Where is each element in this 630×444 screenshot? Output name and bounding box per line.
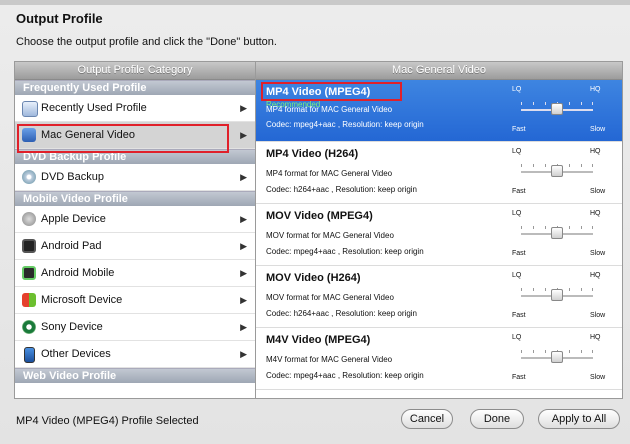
category-header: Output Profile Category: [15, 62, 255, 80]
slow-label: Slow: [590, 126, 606, 133]
profile-name: MP4 Video (H264): [266, 148, 359, 160]
chevron-right-icon: ▶: [240, 322, 247, 332]
dialog-subtitle: Choose the output profile and click the …: [16, 36, 277, 48]
dvd-icon: [22, 170, 36, 184]
section-mobile-video: Mobile Video Profile: [15, 191, 255, 206]
slow-label: Slow: [590, 250, 606, 257]
profile-codec: Codec: h264+aac , Resolution: keep origi…: [266, 309, 417, 318]
highlight-box-profile: [261, 82, 402, 101]
profile-codec: Codec: h264+aac , Resolution: keep origi…: [266, 185, 417, 194]
profile-list: Mac General Video MP4 Video (MPEG4) Reco…: [256, 62, 622, 398]
output-profile-dialog: Output Profile Choose the output profile…: [0, 0, 630, 444]
window-top-edge: [0, 0, 630, 5]
quality-slider-knob[interactable]: [551, 289, 563, 301]
profile-item-mov-mpeg4[interactable]: MOV Video (MPEG4) MOV format for MAC Gen…: [256, 204, 622, 266]
profile-description: MP4 format for MAC General Video: [266, 105, 393, 114]
phone-icon: [24, 347, 35, 363]
chevron-right-icon: ▶: [240, 130, 247, 140]
chevron-right-icon: ▶: [240, 241, 247, 251]
done-button[interactable]: Done: [470, 409, 524, 429]
hq-label: HQ: [590, 148, 601, 155]
lq-label: LQ: [512, 334, 522, 341]
category-item-android-pad[interactable]: Android Pad ▶: [15, 233, 255, 260]
category-item-recently-used[interactable]: Recently Used Profile ▶: [15, 95, 255, 122]
category-item-label: Recently Used Profile: [41, 102, 147, 114]
profile-description: MOV format for MAC General Video: [266, 231, 394, 240]
chevron-right-icon: ▶: [240, 214, 247, 224]
cancel-button[interactable]: Cancel: [401, 409, 453, 429]
section-web-video: Web Video Profile: [15, 368, 255, 383]
fast-label: Fast: [512, 374, 526, 381]
chevron-right-icon: ▶: [240, 349, 247, 359]
category-item-label: Android Pad: [41, 240, 102, 252]
profile-description: MOV format for MAC General Video: [266, 293, 394, 302]
apply-to-all-button[interactable]: Apply to All: [538, 409, 620, 429]
profile-description: M4V format for MAC General Video: [266, 355, 393, 364]
hq-label: HQ: [590, 210, 601, 217]
quality-slider-knob[interactable]: [551, 103, 563, 115]
category-item-label: Apple Device: [41, 213, 106, 225]
profile-codec: Codec: mpeg4+aac , Resolution: keep orig…: [266, 247, 424, 256]
category-item-label: DVD Backup: [41, 171, 104, 183]
recent-icon: [22, 101, 38, 117]
slow-label: Slow: [590, 188, 606, 195]
profile-item-mp4-h264[interactable]: MP4 Video (H264) MP4 format for MAC Gene…: [256, 142, 622, 204]
section-frequently-used: Frequently Used Profile: [15, 80, 255, 95]
profile-codec: Codec: mpeg4+aac , Resolution: keep orig…: [266, 120, 424, 129]
hq-label: HQ: [590, 272, 601, 279]
highlight-box-category: [17, 124, 229, 153]
profile-item-mov-h264[interactable]: MOV Video (H264) MOV format for MAC Gene…: [256, 266, 622, 328]
profile-description: MP4 format for MAC General Video: [266, 169, 393, 178]
profile-codec: Codec: mpeg4+aac , Resolution: keep orig…: [266, 371, 424, 380]
chevron-right-icon: ▶: [240, 295, 247, 305]
fast-label: Fast: [512, 250, 526, 257]
category-item-android-mobile[interactable]: Android Mobile ▶: [15, 260, 255, 287]
profile-name: MOV Video (H264): [266, 272, 361, 284]
hq-label: HQ: [590, 86, 601, 93]
category-item-label: Sony Device: [41, 321, 103, 333]
lq-label: LQ: [512, 148, 522, 155]
status-text: MP4 Video (MPEG4) Profile Selected: [16, 415, 199, 427]
dialog-title: Output Profile: [16, 11, 103, 26]
chevron-right-icon: ▶: [240, 172, 247, 182]
category-item-dvd-backup[interactable]: DVD Backup ▶: [15, 164, 255, 191]
category-item-label: Android Mobile: [41, 267, 115, 279]
category-item-label: Microsoft Device: [41, 294, 123, 306]
category-item-microsoft-device[interactable]: Microsoft Device ▶: [15, 287, 255, 314]
fast-label: Fast: [512, 126, 526, 133]
apple-icon: [22, 212, 36, 226]
quality-slider-knob[interactable]: [551, 351, 563, 363]
category-item-sony-device[interactable]: Sony Device ▶: [15, 314, 255, 341]
slow-label: Slow: [590, 374, 606, 381]
profile-panel: Output Profile Category Frequently Used …: [14, 61, 623, 399]
android-mobile-icon: [22, 266, 36, 280]
chevron-right-icon: ▶: [240, 103, 247, 113]
category-item-apple-device[interactable]: Apple Device ▶: [15, 206, 255, 233]
fast-label: Fast: [512, 188, 526, 195]
quality-slider-knob[interactable]: [551, 227, 563, 239]
sony-icon: [22, 320, 36, 334]
profile-item-m4v-mpeg4[interactable]: M4V Video (MPEG4) M4V format for MAC Gen…: [256, 328, 622, 390]
fast-label: Fast: [512, 312, 526, 319]
category-list: Output Profile Category Frequently Used …: [15, 62, 256, 398]
category-item-label: Other Devices: [41, 348, 111, 360]
lq-label: LQ: [512, 210, 522, 217]
category-item-other-devices[interactable]: Other Devices ▶: [15, 341, 255, 368]
slow-label: Slow: [590, 312, 606, 319]
android-pad-icon: [22, 239, 36, 253]
quality-slider-knob[interactable]: [551, 165, 563, 177]
windows-icon: [22, 293, 36, 307]
chevron-right-icon: ▶: [240, 268, 247, 278]
hq-label: HQ: [590, 334, 601, 341]
lq-label: LQ: [512, 86, 522, 93]
profile-item-mp4-mpeg4[interactable]: MP4 Video (MPEG4) Recommended MP4 format…: [256, 80, 622, 142]
profile-name: MOV Video (MPEG4): [266, 210, 373, 222]
profile-list-header: Mac General Video: [256, 62, 622, 80]
profile-name: M4V Video (MPEG4): [266, 334, 371, 346]
lq-label: LQ: [512, 272, 522, 279]
